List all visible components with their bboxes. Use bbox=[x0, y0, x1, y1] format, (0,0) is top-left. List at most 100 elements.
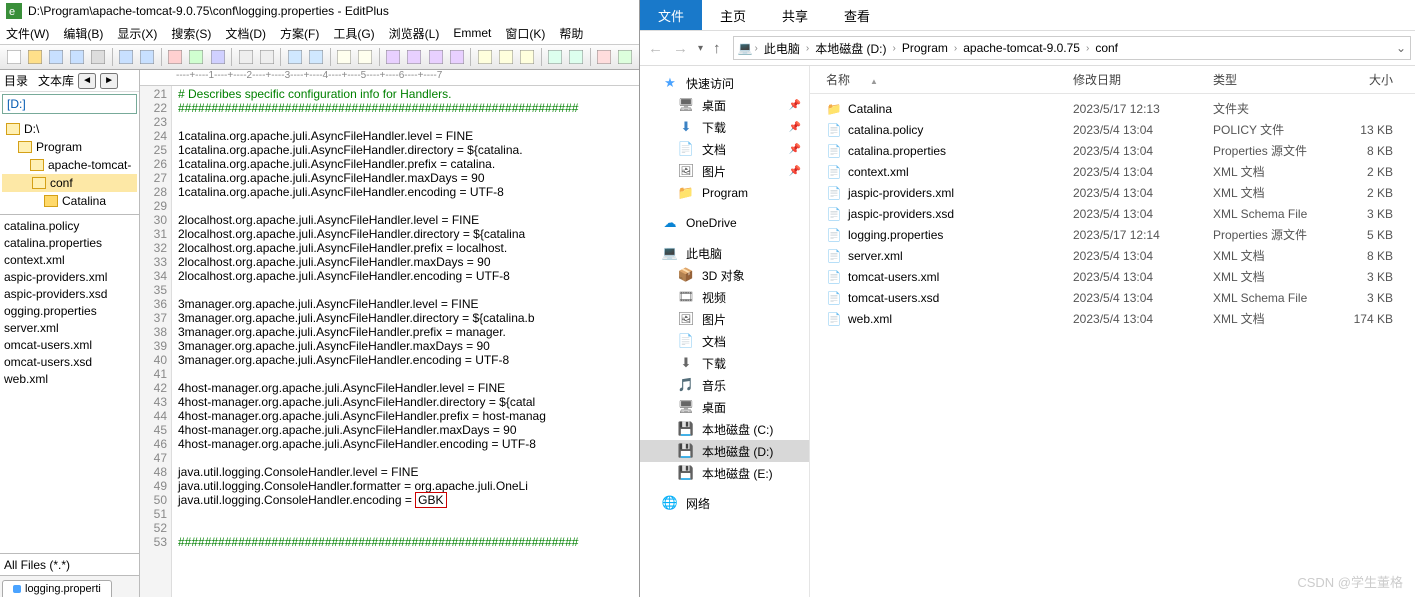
menu-item[interactable]: 窗口(K) bbox=[505, 25, 545, 42]
toolbar-button[interactable] bbox=[546, 47, 565, 67]
menu-item[interactable]: 显示(X) bbox=[117, 25, 157, 42]
folder-tree[interactable]: D:\Programapache-tomcat-confCatalina bbox=[0, 116, 139, 214]
table-row[interactable]: 📄catalina.properties2023/5/4 13:04Proper… bbox=[818, 140, 1415, 161]
tree-node[interactable]: D:\ bbox=[2, 120, 137, 138]
ribbon-tabs[interactable]: 文件主页共享查看 bbox=[640, 0, 1415, 30]
file-item[interactable]: server.xml bbox=[2, 321, 137, 338]
toolbar-button[interactable] bbox=[595, 47, 614, 67]
toolbar-button[interactable] bbox=[356, 47, 375, 67]
file-item[interactable]: web.xml bbox=[2, 372, 137, 389]
menu-item[interactable]: 编辑(B) bbox=[63, 25, 103, 42]
ribbon-tab[interactable]: 主页 bbox=[702, 0, 764, 30]
toolbar-button[interactable] bbox=[306, 47, 325, 67]
table-row[interactable]: 📁Catalina2023/5/17 12:13文件夹 bbox=[818, 98, 1415, 119]
ribbon-tab[interactable]: 共享 bbox=[764, 0, 826, 30]
breadcrumb-seg[interactable]: 此电脑 bbox=[760, 40, 804, 57]
toolbar-button[interactable] bbox=[138, 47, 157, 67]
table-row[interactable]: 📄catalina.policy2023/5/4 13:04POLICY 文件1… bbox=[818, 119, 1415, 140]
nav-item[interactable]: 🖼图片📌 bbox=[640, 160, 809, 182]
file-item[interactable]: omcat-users.xml bbox=[2, 338, 137, 355]
file-item[interactable]: context.xml bbox=[2, 253, 137, 270]
file-item[interactable]: aspic-providers.xsd bbox=[2, 287, 137, 304]
toolbar-button[interactable] bbox=[117, 47, 136, 67]
menu-bar[interactable]: 文件(W)编辑(B)显示(X)搜索(S)文档(D)方案(F)工具(G)浏览器(L… bbox=[0, 22, 639, 44]
tree-node[interactable]: Catalina bbox=[2, 192, 137, 210]
tree-node[interactable]: conf bbox=[2, 174, 137, 192]
menu-item[interactable]: 帮助 bbox=[559, 25, 583, 42]
toolbar-button[interactable] bbox=[496, 47, 515, 67]
forward-icon[interactable]: → bbox=[673, 40, 688, 57]
toolbar-button[interactable] bbox=[166, 47, 185, 67]
table-row[interactable]: 📄context.xml2023/5/4 13:04XML 文档2 KB bbox=[818, 161, 1415, 182]
tree-node[interactable]: Program bbox=[2, 138, 137, 156]
menu-item[interactable]: 文件(W) bbox=[6, 25, 49, 42]
nav-item[interactable]: 📁Program bbox=[640, 182, 809, 204]
toolbar-button[interactable] bbox=[447, 47, 466, 67]
toolbar-button[interactable] bbox=[187, 47, 206, 67]
nav-item[interactable]: 💾本地磁盘 (E:) bbox=[640, 462, 809, 484]
breadcrumb-seg[interactable]: 本地磁盘 (D:) bbox=[811, 40, 890, 57]
nav-item[interactable]: 📄文档📌 bbox=[640, 138, 809, 160]
menu-item[interactable]: 方案(F) bbox=[280, 25, 319, 42]
toolbar-button[interactable] bbox=[405, 47, 424, 67]
toolbar-button[interactable] bbox=[426, 47, 445, 67]
back-icon[interactable]: ← bbox=[648, 40, 663, 57]
table-row[interactable]: 📄tomcat-users.xsd2023/5/4 13:04XML Schem… bbox=[818, 287, 1415, 308]
toolbar-button[interactable] bbox=[67, 47, 86, 67]
nav-item[interactable]: 🎵音乐 bbox=[640, 374, 809, 396]
toolbar-button[interactable] bbox=[89, 47, 108, 67]
table-row[interactable]: 📄tomcat-users.xml2023/5/4 13:04XML 文档3 K… bbox=[818, 266, 1415, 287]
nav-item[interactable]: 🖥桌面 bbox=[640, 396, 809, 418]
ribbon-tab[interactable]: 文件 bbox=[640, 0, 702, 30]
document-tabs[interactable]: logging.properti bbox=[0, 575, 139, 597]
nav-item[interactable]: 🌐网络 bbox=[640, 492, 809, 514]
menu-item[interactable]: 搜索(S) bbox=[171, 25, 211, 42]
up-icon[interactable]: ↑ bbox=[713, 40, 721, 57]
nav-item[interactable]: 💻此电脑 bbox=[640, 242, 809, 264]
table-row[interactable]: 📄server.xml2023/5/4 13:04XML 文档8 KB bbox=[818, 245, 1415, 266]
tree-node[interactable]: apache-tomcat- bbox=[2, 156, 137, 174]
toolbar-button[interactable] bbox=[25, 47, 44, 67]
table-row[interactable]: 📄logging.properties2023/5/17 12:14Proper… bbox=[818, 224, 1415, 245]
nav-item[interactable]: ☁OneDrive bbox=[640, 212, 809, 234]
menu-item[interactable]: 工具(G) bbox=[333, 25, 374, 42]
ribbon-tab[interactable]: 查看 bbox=[826, 0, 888, 30]
toolbar-button[interactable] bbox=[567, 47, 586, 67]
nav-item[interactable]: ⬇下载 bbox=[640, 352, 809, 374]
toolbar-button[interactable] bbox=[236, 47, 255, 67]
nav-item[interactable]: 🖥桌面📌 bbox=[640, 94, 809, 116]
toolbar-button[interactable] bbox=[475, 47, 494, 67]
toolbar-button[interactable] bbox=[616, 47, 635, 67]
toolbar-button[interactable] bbox=[257, 47, 276, 67]
toolbar-button[interactable] bbox=[335, 47, 354, 67]
file-item[interactable]: catalina.policy bbox=[2, 219, 137, 236]
toolbar-button[interactable] bbox=[208, 47, 227, 67]
breadcrumb-seg[interactable]: apache-tomcat-9.0.75 bbox=[959, 41, 1084, 55]
code-lines[interactable]: # Describes specific configuration info … bbox=[172, 86, 639, 597]
file-item[interactable]: aspic-providers.xml bbox=[2, 270, 137, 287]
breadcrumb-seg[interactable]: Program bbox=[898, 41, 952, 55]
table-row[interactable]: 📄jaspic-providers.xsd2023/5/4 13:04XML S… bbox=[818, 203, 1415, 224]
nav-item[interactable]: 💾本地磁盘 (D:) bbox=[640, 440, 809, 462]
file-item[interactable]: catalina.properties bbox=[2, 236, 137, 253]
toolbar-button[interactable] bbox=[285, 47, 304, 67]
column-headers[interactable]: 名称▲ 修改日期 类型 大小 bbox=[810, 66, 1415, 94]
nav-item[interactable]: 🎞视频 bbox=[640, 286, 809, 308]
file-rows[interactable]: 📁Catalina2023/5/17 12:13文件夹📄catalina.pol… bbox=[810, 94, 1415, 597]
tab-logging[interactable]: logging.properti bbox=[2, 580, 112, 597]
nav-item[interactable]: 🖼图片 bbox=[640, 308, 809, 330]
prev-button[interactable]: ◄ bbox=[78, 73, 96, 89]
nav-buttons[interactable]: ← → ▾ ↑ bbox=[640, 40, 729, 57]
nav-item[interactable]: 📄文档 bbox=[640, 330, 809, 352]
file-item[interactable]: ogging.properties bbox=[2, 304, 137, 321]
nav-pane[interactable]: ★快速访问🖥桌面📌⬇下载📌📄文档📌🖼图片📌📁Program☁OneDrive💻此… bbox=[640, 66, 810, 597]
toolbar-button[interactable] bbox=[46, 47, 65, 67]
chevron-down-icon[interactable]: ▾ bbox=[698, 43, 703, 54]
table-row[interactable]: 📄web.xml2023/5/4 13:04XML 文档174 KB bbox=[818, 308, 1415, 329]
breadcrumb[interactable]: 💻›此电脑›本地磁盘 (D:)›Program›apache-tomcat-9.… bbox=[733, 36, 1411, 60]
toolbar-button[interactable] bbox=[517, 47, 536, 67]
menu-item[interactable]: 浏览器(L) bbox=[389, 25, 440, 42]
table-row[interactable]: 📄jaspic-providers.xml2023/5/4 13:04XML 文… bbox=[818, 182, 1415, 203]
file-list[interactable]: catalina.policycatalina.propertiescontex… bbox=[0, 214, 139, 553]
chevron-down-icon[interactable]: ⌄ bbox=[1396, 41, 1406, 55]
